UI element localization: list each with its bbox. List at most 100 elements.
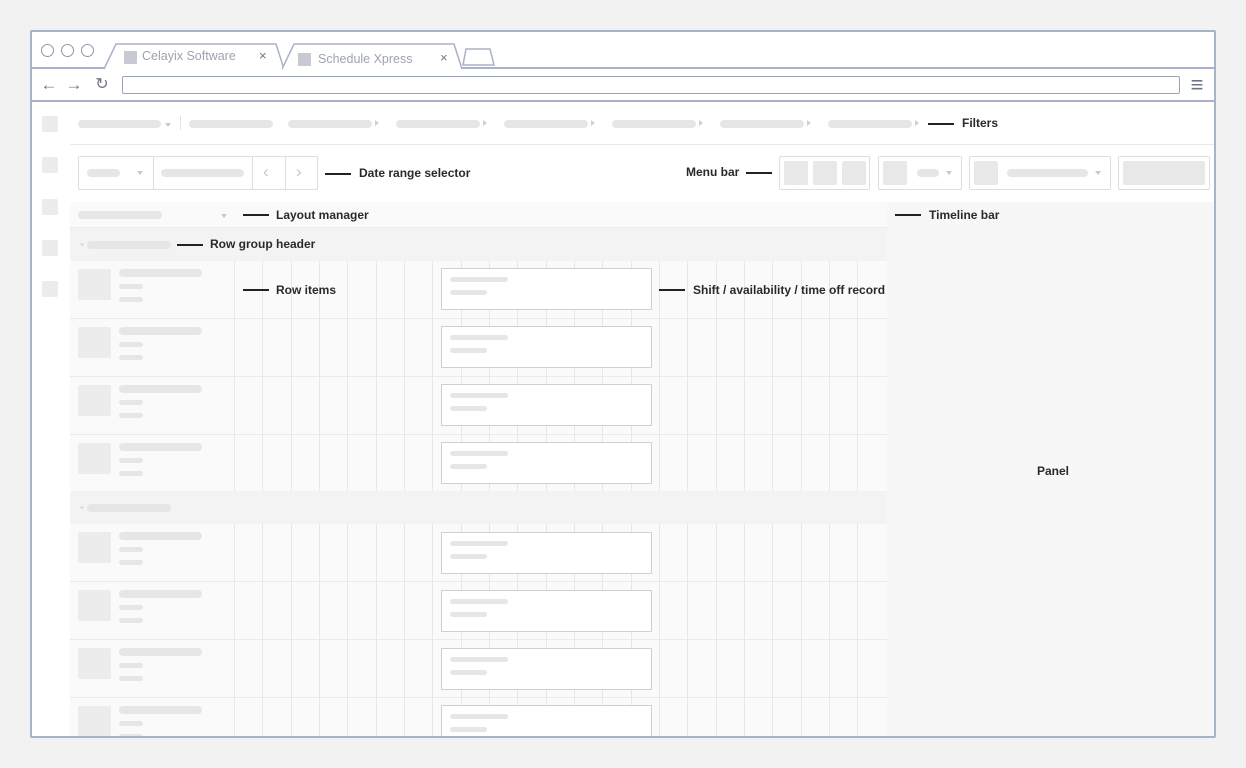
chevron-down-icon bbox=[79, 506, 85, 510]
layout-manager-dropdown[interactable] bbox=[78, 211, 162, 219]
filter-placeholder[interactable] bbox=[78, 120, 161, 128]
date-range-selector: ‹ › bbox=[78, 156, 318, 190]
toolbar: ‹ › Date range selector Menu bar bbox=[70, 145, 1214, 202]
callout-filters: Filters bbox=[962, 116, 999, 130]
filter-placeholder[interactable] bbox=[288, 120, 372, 128]
shift-record[interactable] bbox=[441, 268, 652, 310]
chevron-right-icon bbox=[807, 120, 811, 126]
tab-favicon-icon bbox=[298, 53, 311, 66]
browser-tab-celayix[interactable]: Celayix Software × bbox=[104, 43, 288, 70]
filter-placeholder[interactable] bbox=[189, 120, 273, 128]
filter-placeholder[interactable] bbox=[612, 120, 696, 128]
callout-line bbox=[243, 214, 269, 216]
shift-title-placeholder bbox=[450, 277, 508, 282]
side-panel: Timeline bar Panel bbox=[887, 202, 1214, 736]
shift-record[interactable] bbox=[441, 384, 652, 426]
nav-placeholder-icon[interactable] bbox=[42, 157, 58, 173]
forward-arrow-icon[interactable]: → bbox=[64, 75, 84, 95]
divider bbox=[153, 157, 154, 189]
shift-title-placeholder bbox=[450, 451, 508, 456]
action-button-fill bbox=[1123, 161, 1205, 185]
tab-close-icon[interactable]: × bbox=[440, 50, 448, 65]
chevron-down-icon bbox=[137, 171, 143, 175]
row-group-header[interactable] bbox=[70, 491, 887, 524]
callout-line bbox=[325, 173, 351, 175]
callout-line bbox=[177, 244, 203, 246]
filter-placeholder[interactable] bbox=[828, 120, 912, 128]
row-detail-placeholder bbox=[119, 547, 143, 552]
browser-window: Celayix Software × Schedule Xpress × ← →… bbox=[30, 30, 1216, 738]
row-name-placeholder bbox=[119, 327, 202, 335]
prev-arrow-icon[interactable]: ‹ bbox=[263, 162, 269, 182]
shift-title-placeholder bbox=[450, 657, 508, 662]
shift-title-placeholder bbox=[450, 335, 508, 340]
callout-line bbox=[659, 289, 685, 291]
shift-title-placeholder bbox=[450, 714, 508, 719]
nav-placeholder-icon[interactable] bbox=[42, 240, 58, 256]
callout-menu-bar: Menu bar bbox=[686, 165, 740, 179]
avatar bbox=[78, 443, 111, 474]
avatar bbox=[78, 385, 111, 416]
nav-placeholder-icon[interactable] bbox=[42, 116, 58, 132]
row-name-placeholder bbox=[119, 269, 202, 277]
date-range-field[interactable] bbox=[161, 169, 244, 177]
new-tab-button[interactable] bbox=[460, 43, 496, 70]
address-bar[interactable] bbox=[122, 76, 1180, 94]
row-name-placeholder bbox=[119, 706, 202, 714]
shift-record[interactable] bbox=[441, 590, 652, 632]
row-detail-placeholder bbox=[119, 618, 143, 623]
chevron-down-icon bbox=[1095, 171, 1101, 175]
shift-record[interactable] bbox=[441, 442, 652, 484]
chevron-right-icon bbox=[699, 120, 703, 126]
browser-tab-schedule-xpress[interactable]: Schedule Xpress × bbox=[282, 43, 466, 70]
view-button[interactable] bbox=[784, 161, 808, 185]
callout-timeline-bar: Timeline bar bbox=[929, 208, 1000, 222]
range-type-dropdown[interactable] bbox=[87, 169, 120, 177]
next-arrow-icon[interactable]: › bbox=[296, 162, 302, 182]
shift-time-placeholder bbox=[450, 464, 487, 469]
filter-placeholder[interactable] bbox=[504, 120, 588, 128]
menu-dropdown[interactable] bbox=[969, 156, 1111, 190]
row-detail-placeholder bbox=[119, 458, 143, 463]
row-detail-placeholder bbox=[119, 342, 143, 347]
divider bbox=[285, 157, 286, 189]
shift-record[interactable] bbox=[441, 705, 652, 736]
tab-close-icon[interactable]: × bbox=[259, 48, 267, 63]
row-name-placeholder bbox=[119, 648, 202, 656]
row-group-header[interactable]: Row group header bbox=[70, 228, 887, 261]
group-name-placeholder bbox=[87, 241, 171, 249]
callout-panel: Panel bbox=[1037, 464, 1070, 478]
avatar bbox=[78, 269, 111, 300]
view-button[interactable] bbox=[813, 161, 837, 185]
shift-record[interactable] bbox=[441, 532, 652, 574]
row-name-placeholder bbox=[119, 385, 202, 393]
dropdown-value bbox=[1007, 169, 1088, 177]
callout-shift-record: Shift / availability / time off record bbox=[693, 283, 886, 297]
nav-placeholder-icon[interactable] bbox=[42, 281, 58, 297]
shift-time-placeholder bbox=[450, 348, 487, 353]
menu-button-icon bbox=[974, 161, 998, 185]
filter-placeholder[interactable] bbox=[396, 120, 480, 128]
group-name-placeholder bbox=[87, 504, 171, 512]
callout-date-range-selector: Date range selector bbox=[359, 166, 471, 180]
nav-placeholder-icon[interactable] bbox=[42, 199, 58, 215]
shift-record[interactable] bbox=[441, 326, 652, 368]
row-name-placeholder bbox=[119, 590, 202, 598]
reload-icon[interactable]: ↻ bbox=[92, 75, 112, 95]
callout-line bbox=[243, 289, 269, 291]
shift-time-placeholder bbox=[450, 670, 487, 675]
tab-title: Celayix Software bbox=[142, 49, 236, 63]
avatar bbox=[78, 590, 111, 621]
view-button[interactable] bbox=[842, 161, 866, 185]
window-zoom-control[interactable] bbox=[81, 44, 94, 57]
back-arrow-icon[interactable]: ← bbox=[39, 75, 59, 95]
shift-record[interactable] bbox=[441, 648, 652, 690]
window-close-control[interactable] bbox=[41, 44, 54, 57]
row-detail-placeholder bbox=[119, 734, 143, 736]
browser-menu-icon[interactable]: ≡ bbox=[1187, 74, 1207, 96]
menu-dropdown[interactable] bbox=[878, 156, 962, 190]
window-minimize-control[interactable] bbox=[61, 44, 74, 57]
avatar bbox=[78, 532, 111, 563]
filter-placeholder[interactable] bbox=[720, 120, 804, 128]
action-button[interactable] bbox=[1118, 156, 1210, 190]
